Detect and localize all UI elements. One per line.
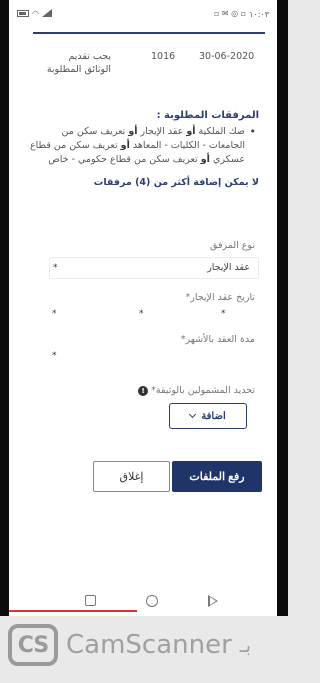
- app-screen: ◠ ▫ ✉ ◎ ▫ ١٠:٠٣ يجب تقديم الوثائق المطلو…: [9, 0, 277, 616]
- status-right-icons: ▫ ✉ ◎ ▫ ١٠:٠٣: [214, 10, 269, 19]
- notification-icons: ▫ ✉ ◎ ▫: [213, 9, 247, 18]
- attachment-type-select[interactable]: عقد الإيجار *: [49, 257, 259, 279]
- attachment-type-value: عقد الإيجار: [207, 262, 250, 273]
- phone-frame: ◠ ▫ ✉ ◎ ▫ ١٠:٠٣ يجب تقديم الوثائق المطلو…: [0, 0, 288, 616]
- attachments-title: المرفقات المطلوبة :: [156, 110, 259, 121]
- status-left-icons: ◠: [17, 9, 52, 19]
- add-label: اضافة: [201, 410, 226, 422]
- date-month-picker[interactable]: *: [139, 309, 144, 319]
- upload-files-button[interactable]: رفع الملفات: [172, 461, 262, 492]
- camscanner-text: CamScanner: [66, 630, 232, 660]
- request-number: 1016: [151, 51, 176, 62]
- contract-date-label: تاريخ عقد الإيجار*: [185, 292, 255, 303]
- android-nav-bar: [9, 590, 277, 612]
- request-date: 30-06-2020: [199, 51, 255, 62]
- info-icon[interactable]: !: [138, 385, 149, 396]
- add-dropdown-button[interactable]: اضافة: [169, 403, 247, 429]
- contract-duration-label: مدة العقد بالأشهر*: [180, 334, 255, 345]
- loading-progress-bar: [9, 610, 137, 612]
- camscanner-logo: CS: [8, 624, 58, 666]
- request-row: يجب تقديم الوثائق المطلوبة 1016 30-06-20…: [9, 50, 277, 80]
- wifi-icon: ◠: [32, 9, 39, 18]
- attachments-limit-note: لا يمكن إضافة أكثر من (4) مرفقات: [93, 177, 259, 188]
- recent-apps-icon[interactable]: [85, 595, 96, 606]
- required-attachments-section: المرفقات المطلوبة : صك الملكية أو عقد ال…: [27, 110, 259, 188]
- camscanner-by-text: بـ: [239, 633, 252, 657]
- attachments-item: صك الملكية أو عقد الإيجار أو تعريف سكن م…: [27, 125, 256, 167]
- table-top-divider: [33, 32, 265, 34]
- request-status: يجب تقديم الوثائق المطلوبة: [46, 51, 111, 75]
- contract-duration-input[interactable]: *: [52, 351, 57, 361]
- chevron-down-icon: [189, 410, 197, 419]
- signal-icon: [41, 9, 52, 19]
- attachments-list: صك الملكية أو عقد الإيجار أو تعريف سكن م…: [27, 125, 259, 167]
- contract-date-input[interactable]: * * *: [49, 309, 259, 327]
- required-dot: *: [53, 263, 58, 273]
- home-icon[interactable]: [146, 595, 158, 607]
- date-year-picker[interactable]: *: [52, 309, 57, 319]
- covered-persons-label: تحديد المشمولين بالوثيقة* !: [135, 385, 255, 396]
- back-icon[interactable]: [208, 595, 218, 607]
- status-time: ١٠:٠٣: [249, 9, 269, 19]
- camscanner-watermark: CS CamScanner بـ: [8, 623, 283, 667]
- battery-icon: [17, 9, 29, 19]
- close-button[interactable]: إغلاق: [93, 461, 170, 492]
- date-day-picker[interactable]: *: [221, 309, 226, 319]
- status-bar: ◠ ▫ ✉ ◎ ▫ ١٠:٠٣: [9, 6, 277, 22]
- attachment-type-label: نوع المرفق: [210, 240, 255, 251]
